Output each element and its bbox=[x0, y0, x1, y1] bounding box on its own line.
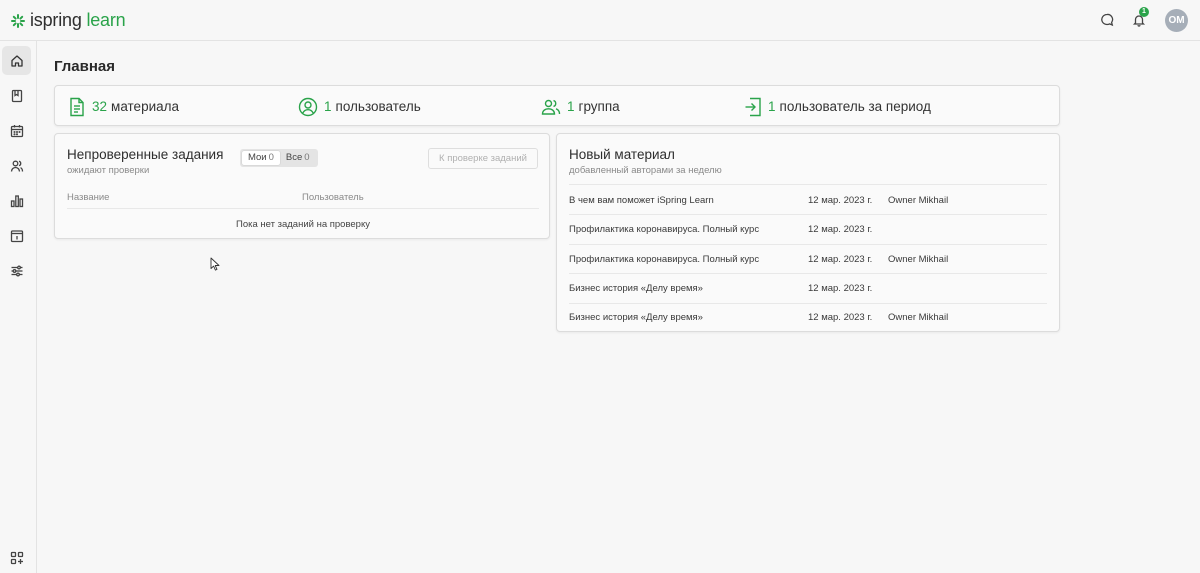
material-author: Owner Mikhail bbox=[888, 195, 949, 206]
divider bbox=[569, 303, 1047, 304]
material-name[interactable]: Бизнес история «Делу время» bbox=[569, 312, 703, 323]
chat-icon bbox=[1101, 13, 1114, 27]
document-icon bbox=[70, 97, 84, 116]
material-name[interactable]: Профилактика коронавируса. Полный курс bbox=[569, 224, 759, 235]
material-name[interactable]: Профилактика коронавируса. Полный курс bbox=[569, 254, 759, 265]
go-to-review-button[interactable]: К проверке заданий bbox=[428, 148, 538, 169]
sidebar-item-calendar[interactable] bbox=[2, 116, 31, 145]
notifications-button[interactable]: 1 bbox=[1127, 7, 1151, 32]
book-icon bbox=[11, 89, 22, 102]
stat-users[interactable]: 1 пользователь bbox=[298, 86, 421, 127]
top-actions: 1 OM bbox=[1095, 7, 1188, 32]
calendar-icon bbox=[10, 124, 23, 137]
users-icon bbox=[10, 160, 23, 172]
material-date: 12 мар. 2023 г. bbox=[808, 312, 873, 323]
avatar[interactable]: OM bbox=[1165, 8, 1188, 32]
top-bar: ispring learn 1 OM bbox=[0, 0, 1200, 41]
stat-materials[interactable]: 32 материала bbox=[68, 86, 179, 127]
unchecked-subtitle: ожидают проверки bbox=[67, 165, 150, 176]
new-material-title: Новый материал bbox=[569, 147, 675, 162]
material-date: 12 мар. 2023 г. bbox=[808, 224, 873, 235]
home-icon bbox=[10, 54, 23, 67]
notification-badge: 1 bbox=[1139, 7, 1149, 17]
divider bbox=[569, 214, 1047, 215]
divider bbox=[67, 208, 539, 209]
chat-button[interactable] bbox=[1095, 8, 1119, 32]
ispring-logo-icon bbox=[11, 13, 25, 28]
unchecked-title: Непроверенные задания bbox=[67, 147, 224, 162]
divider bbox=[569, 184, 1047, 185]
sidebar-add-apps[interactable] bbox=[2, 543, 31, 572]
divider bbox=[569, 273, 1047, 274]
material-date: 12 мар. 2023 г. bbox=[808, 195, 873, 206]
tab-my-tasks[interactable]: Мои 0 bbox=[242, 151, 280, 165]
tasks-filter-tabs: Мои 0 Все 0 bbox=[240, 149, 318, 167]
sidebar-item-settings[interactable] bbox=[2, 256, 31, 285]
user-circle-icon bbox=[298, 97, 318, 116]
add-apps-icon bbox=[10, 551, 23, 564]
stat-period-users[interactable]: 1 пользователь за период bbox=[744, 86, 931, 127]
stat-groups[interactable]: 1 группа bbox=[541, 86, 620, 127]
divider bbox=[569, 244, 1047, 245]
material-date: 12 мар. 2023 г. bbox=[808, 283, 873, 294]
material-author: Owner Mikhail bbox=[888, 312, 949, 323]
page-title: Главная bbox=[54, 58, 116, 75]
material-name[interactable]: Бизнес история «Делу время» bbox=[569, 283, 703, 294]
settings-sliders-icon bbox=[11, 265, 22, 276]
login-icon bbox=[745, 97, 761, 116]
sidebar-item-learning[interactable] bbox=[2, 81, 31, 110]
unchecked-tasks-card: Непроверенные задания ожидают проверки М… bbox=[54, 133, 550, 239]
sidebar-item-users[interactable] bbox=[2, 151, 31, 180]
empty-state-text: Пока нет заданий на проверку bbox=[236, 219, 370, 230]
sidebar-item-tasks[interactable] bbox=[2, 221, 31, 250]
stats-bar: 32 материала 1 пользователь 1 группа 1 п… bbox=[54, 85, 1060, 126]
group-icon bbox=[541, 99, 561, 115]
app-logo[interactable]: ispring learn bbox=[11, 10, 126, 31]
reports-icon bbox=[10, 194, 23, 207]
new-material-subtitle: добавленный авторами за неделю bbox=[569, 165, 722, 176]
column-header-user[interactable]: Пользователь bbox=[302, 192, 364, 203]
sidebar bbox=[0, 41, 37, 573]
mouse-cursor-icon bbox=[210, 257, 220, 271]
material-author: Owner Mikhail bbox=[888, 254, 949, 265]
task-icon bbox=[10, 229, 23, 242]
column-header-name[interactable]: Название bbox=[67, 192, 109, 203]
tab-all-tasks[interactable]: Все 0 bbox=[280, 151, 316, 165]
logo-text: ispring learn bbox=[30, 10, 126, 30]
new-material-card: Новый материал добавленный авторами за н… bbox=[556, 133, 1060, 332]
sidebar-item-home[interactable] bbox=[2, 46, 31, 75]
material-date: 12 мар. 2023 г. bbox=[808, 254, 873, 265]
material-name[interactable]: В чем вам поможет iSpring Learn bbox=[569, 195, 714, 206]
sidebar-item-reports[interactable] bbox=[2, 186, 31, 215]
